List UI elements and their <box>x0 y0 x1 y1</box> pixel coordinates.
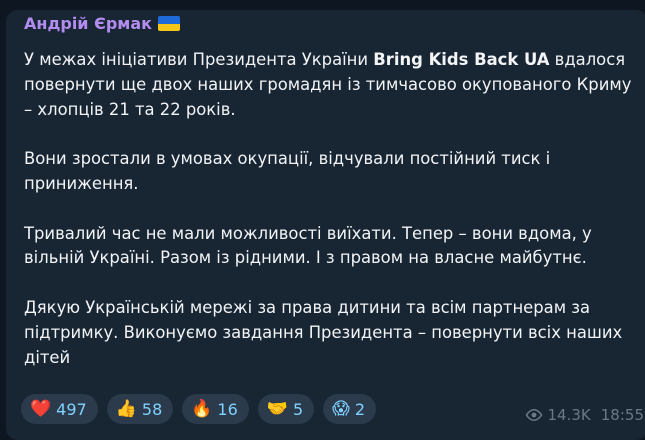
author-name: Андрій Єрмак <box>24 14 153 33</box>
paragraph-text: У межах ініціативи Президента України <box>24 50 374 69</box>
message-time: 18:55 <box>600 406 644 424</box>
ukraine-flag-icon <box>158 16 181 31</box>
message-bubble: Андрій Єрмак У межах ініціативи Президен… <box>6 10 645 440</box>
message-paragraph: У межах ініціативи Президента України Br… <box>24 48 644 122</box>
scream-face-icon: 😱 <box>332 399 350 419</box>
paragraph-text: Тривалий час не мали можливості виїхати.… <box>24 223 592 268</box>
reaction-button[interactable]: ❤️ 497 <box>21 394 98 424</box>
eye-icon <box>525 409 542 421</box>
reaction-count: 58 <box>141 399 163 419</box>
reaction-count: 16 <box>217 399 238 419</box>
handshake-icon: 🤝 <box>266 399 288 419</box>
thumbs-up-icon: 👍 <box>115 399 137 419</box>
bold-text: Bring Kids Back UA <box>373 50 550 69</box>
reaction-count: 5 <box>292 399 304 419</box>
heart-icon: ❤️ <box>30 399 52 419</box>
message-paragraph: Тривалий час не мали можливості виїхати.… <box>24 222 644 272</box>
reaction-count: 497 <box>56 399 87 419</box>
message-paragraph: Вони зростали в умовах окупації, відчува… <box>24 147 644 197</box>
message-author[interactable]: Андрій Єрмак <box>24 14 181 33</box>
reaction-button[interactable]: 👍 58 <box>106 394 174 424</box>
message-text: У межах ініціативи Президента України Br… <box>24 48 644 370</box>
message-paragraph: Дякую Українській мережі за права дитини… <box>24 296 644 370</box>
reaction-button[interactable]: 🤝 5 <box>257 394 315 424</box>
reactions-bar: ❤️ 497 👍 58 🔥 16 🤝 5 😱 2 <box>21 394 377 424</box>
reaction-button[interactable]: 🔥 16 <box>182 394 249 424</box>
paragraph-text: Вони зростали в умовах окупації, відчува… <box>24 149 551 193</box>
fire-icon: 🔥 <box>191 399 213 419</box>
reaction-button[interactable]: 😱 2 <box>323 394 377 424</box>
reaction-count: 2 <box>354 399 366 419</box>
paragraph-text: Дякую Українській мережі за права дитини… <box>24 297 623 367</box>
view-count: 14.3K <box>547 406 591 424</box>
message-meta: 14.3K 18:55 <box>525 406 644 424</box>
